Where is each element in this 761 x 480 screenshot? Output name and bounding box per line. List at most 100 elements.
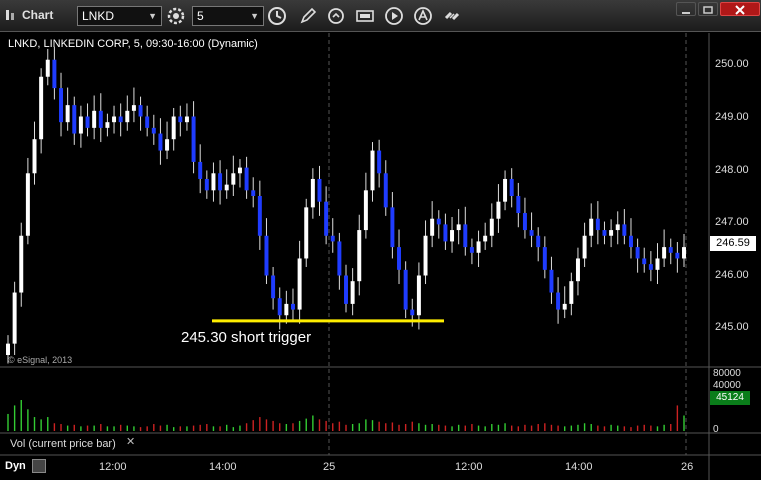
volume-bar	[464, 425, 466, 431]
volume-bar	[126, 425, 128, 431]
candle-body	[397, 247, 402, 270]
volume-bar	[345, 424, 347, 431]
volume-bar	[53, 423, 56, 431]
price-tick: 247.00	[715, 216, 749, 228]
volume-bar	[524, 424, 526, 431]
price-tick: 246.00	[715, 269, 749, 281]
candle-body	[595, 218, 600, 231]
candle-body	[668, 247, 673, 253]
alert-icon[interactable]	[413, 6, 433, 26]
symbol-combo[interactable]: LNKD ▼	[77, 6, 162, 26]
candle-body	[483, 235, 488, 242]
candle-body	[131, 105, 136, 111]
volume-bar	[133, 426, 135, 431]
interval-value: 5	[197, 9, 204, 23]
volume-bar	[245, 423, 248, 431]
volume-bar	[457, 424, 460, 431]
play-icon[interactable]	[384, 6, 404, 26]
candle-body	[290, 303, 295, 310]
refresh-icon[interactable]	[326, 6, 346, 26]
link-icon[interactable]	[442, 6, 462, 26]
candle-body	[112, 116, 117, 123]
minimize-button[interactable]	[676, 2, 696, 16]
candle-body	[416, 275, 421, 316]
volume-bar	[40, 419, 42, 431]
volume-bar	[252, 420, 254, 431]
pencil-icon[interactable]	[298, 6, 318, 26]
candle-body	[536, 235, 541, 248]
candle-body	[25, 173, 30, 236]
volume-bar	[411, 421, 413, 431]
candle-body	[337, 241, 342, 276]
volume-bar	[146, 426, 148, 431]
candle-body	[92, 110, 97, 128]
quote-icon[interactable]	[355, 6, 375, 26]
volume-bar	[643, 424, 645, 431]
volume-bar	[544, 423, 546, 431]
candle-body	[609, 230, 614, 236]
volume-bar	[438, 424, 440, 431]
candle-body	[423, 235, 428, 276]
maximize-button[interactable]	[698, 2, 718, 16]
volume-bar	[265, 419, 268, 431]
price-chart[interactable]	[0, 33, 761, 480]
candle-body	[204, 178, 209, 191]
candle-body	[45, 59, 50, 77]
interval-combo[interactable]: 5 ▼	[192, 6, 264, 26]
candle-body	[224, 184, 229, 191]
candle-body	[231, 173, 236, 185]
candles-group	[6, 46, 686, 364]
candle-body	[39, 76, 44, 140]
price-tick: 245.00	[715, 321, 749, 333]
candle-body	[264, 235, 269, 276]
candle-body	[456, 224, 461, 231]
volume-bar	[292, 423, 294, 431]
volume-bar	[272, 420, 274, 431]
candle-body	[463, 224, 468, 248]
volume-bar	[597, 425, 599, 431]
candle-body	[165, 139, 170, 151]
candle-body	[191, 116, 196, 162]
candle-body	[628, 235, 633, 248]
candle-body	[85, 116, 90, 128]
settings-wheel-icon[interactable]	[166, 6, 186, 26]
volume-bar	[80, 426, 82, 431]
close-button[interactable]	[720, 2, 760, 16]
candle-body	[469, 247, 474, 253]
time-tick: 25	[323, 461, 336, 473]
candle-body	[542, 247, 547, 270]
candle-body	[330, 235, 335, 242]
candle-body	[310, 178, 315, 208]
candle-body	[19, 235, 24, 293]
volume-bar	[378, 421, 380, 431]
candle-body	[549, 269, 554, 293]
volume-bar	[100, 424, 102, 431]
volume-bar	[318, 419, 321, 431]
volume-bar	[590, 424, 592, 431]
volume-bar	[66, 425, 69, 431]
volume-bar	[33, 417, 36, 431]
candle-body	[59, 88, 64, 123]
clock-icon[interactable]	[267, 6, 287, 26]
copyright: © eSignal, 2013	[8, 355, 73, 365]
candle-body	[218, 173, 223, 191]
candle-body	[32, 139, 37, 174]
volume-bar	[550, 424, 553, 431]
candle-body	[145, 116, 150, 128]
volume-bar	[13, 405, 16, 431]
volume-bars-group	[7, 400, 685, 431]
candle-body	[184, 116, 189, 123]
candle-body	[65, 105, 70, 123]
chart-header: LNKD, LINKEDIN CORP, 5, 09:30-16:00 (Dyn…	[8, 38, 258, 50]
volume-bar	[212, 426, 215, 431]
volume-bar	[610, 424, 612, 431]
volume-bar	[564, 426, 566, 431]
candle-body	[237, 167, 242, 174]
volume-bar	[332, 423, 334, 431]
close-icon[interactable]: ✕	[126, 435, 135, 448]
volume-bar	[431, 424, 433, 431]
volume-bar	[663, 424, 665, 431]
trigger-annotation: 245.30 short trigger	[181, 329, 312, 346]
dynamic-toggle-button[interactable]	[32, 459, 46, 473]
volume-bar	[451, 426, 453, 431]
